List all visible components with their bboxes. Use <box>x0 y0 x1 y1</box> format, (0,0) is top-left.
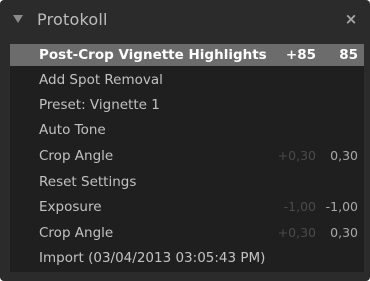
history-item-value: 0,30 <box>330 148 358 163</box>
history-item[interactable]: Auto Tone <box>10 119 364 141</box>
history-item-change: +85 <box>285 47 316 63</box>
history-list: Post-Crop Vignette Highlights +85 85 Add… <box>10 44 364 272</box>
panel-header[interactable]: Protokoll × <box>0 0 370 40</box>
history-item-label: Import (03/04/2013 03:05:43 PM) <box>39 250 266 266</box>
history-item[interactable]: Add Spot Removal <box>10 69 364 91</box>
history-item[interactable]: Exposure -1,00 -1,00 <box>10 196 364 218</box>
history-item-label: Exposure <box>39 199 102 215</box>
history-item[interactable]: Preset: Vignette 1 <box>10 94 364 116</box>
history-item-change: -1,00 <box>283 199 316 214</box>
history-item-label: Crop Angle <box>39 225 114 241</box>
history-item[interactable]: Crop Angle +0,30 0,30 <box>10 145 364 167</box>
history-item[interactable]: Crop Angle +0,30 0,30 <box>10 222 364 244</box>
history-item-label: Crop Angle <box>39 148 114 164</box>
history-item-value: 0,30 <box>330 225 358 240</box>
history-item-value: 85 <box>339 47 358 63</box>
history-item-label: Reset Settings <box>39 174 137 190</box>
history-item[interactable]: Post-Crop Vignette Highlights +85 85 <box>10 44 364 66</box>
history-item-label: Post-Crop Vignette Highlights <box>39 47 267 63</box>
history-item-change: +0,30 <box>277 148 316 163</box>
collapse-triangle-icon[interactable] <box>13 15 23 23</box>
history-item-change: +0,30 <box>277 225 316 240</box>
history-item-value: -1,00 <box>325 199 358 214</box>
close-icon[interactable]: × <box>342 10 360 28</box>
history-item-label: Preset: Vignette 1 <box>39 97 160 113</box>
panel-title: Protokoll <box>37 10 108 29</box>
history-panel: Protokoll × Post-Crop Vignette Highlight… <box>0 0 370 281</box>
history-item[interactable]: Reset Settings <box>10 171 364 193</box>
history-item-label: Auto Tone <box>39 122 106 138</box>
history-item-label: Add Spot Removal <box>39 72 163 88</box>
history-item[interactable]: Import (03/04/2013 03:05:43 PM) <box>10 247 364 269</box>
